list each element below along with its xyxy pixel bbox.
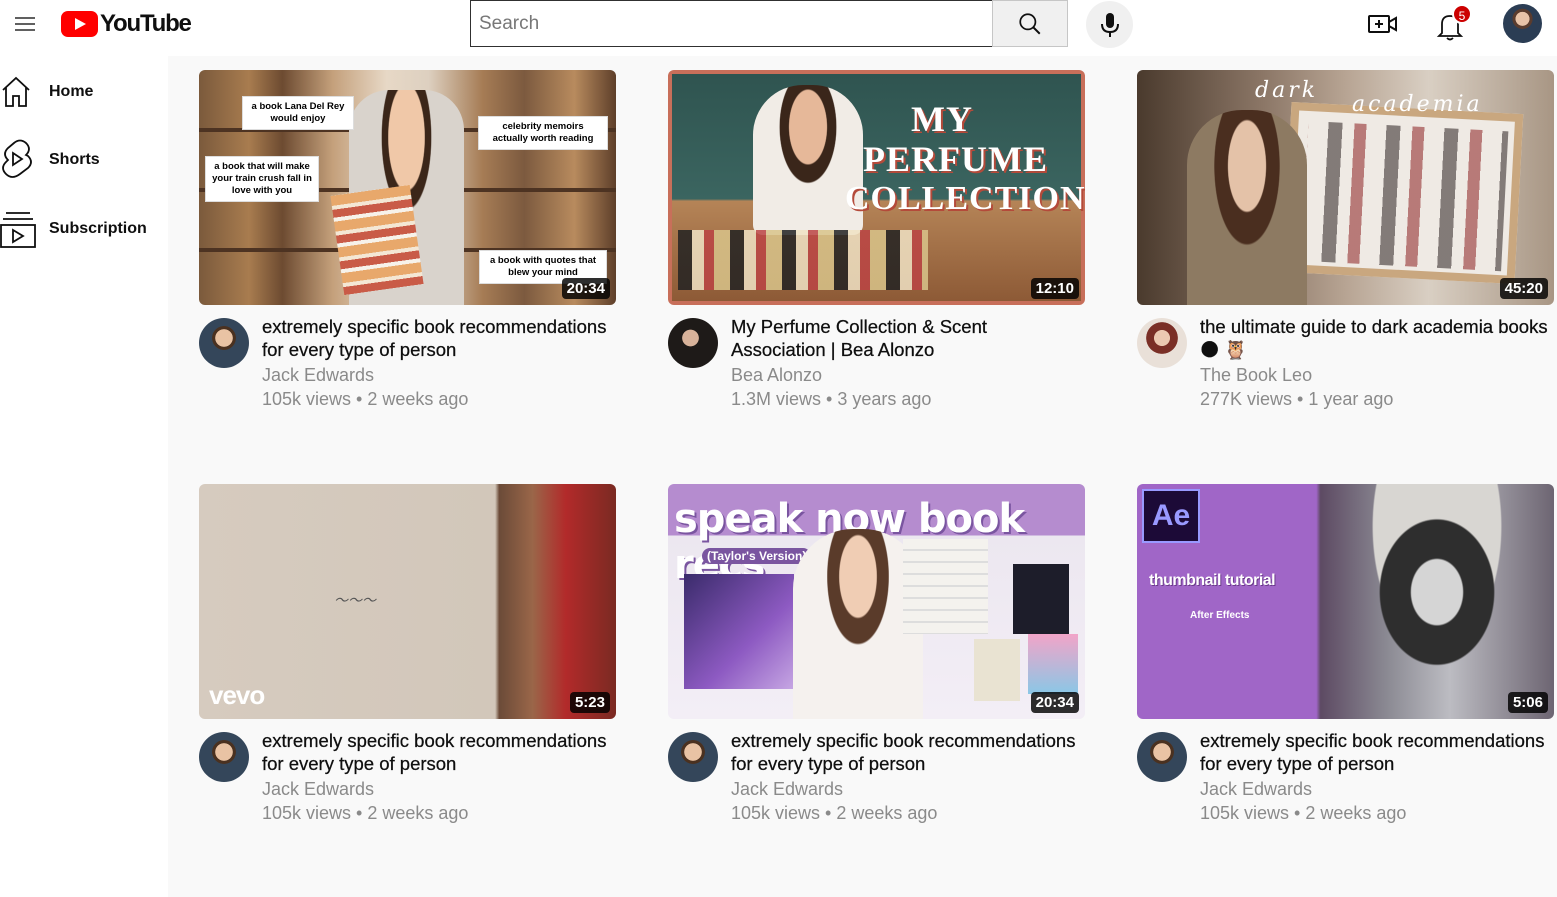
book-cover [974,639,1020,701]
sidebar-item-shorts[interactable]: Shorts [0,135,168,185]
search-input[interactable] [470,0,992,47]
video-duration: 12:10 [1030,278,1079,299]
video-title[interactable]: the ultimate guide to dark academia book… [1200,315,1554,361]
mood-board [1282,102,1524,284]
top-bar: YouTube 5 [0,0,1557,56]
channel-name[interactable]: Jack Edwards [731,778,1085,801]
thumbnail-note: celebrity memoirs actually worth reading [478,116,608,150]
thumbnail-text: academia [1352,92,1483,117]
video-title[interactable]: My Perfume Collection & Scent Associatio… [731,315,1085,361]
channel-avatar[interactable] [668,318,718,368]
channel-avatar[interactable] [668,732,718,782]
video-card: dark academia 45:20 the ultimate guide t… [1137,70,1554,450]
thumbnail-text: COLLECTION [845,180,1085,217]
book-stack [903,539,988,634]
search-button[interactable] [992,0,1068,47]
home-icon [0,70,44,114]
channel-name[interactable]: Bea Alonzo [731,364,1085,387]
song-title-scribble: 〜〜〜 [334,593,376,609]
notifications-button[interactable]: 5 [1432,4,1472,42]
video-stats: 105k views • 2 weeks ago [262,389,469,409]
video-thumbnail[interactable]: dark academia 45:20 [1137,70,1554,305]
book-stack [330,184,424,296]
thumbnail-note: a book Lana Del Rey would enjoy [242,96,354,130]
logo-text: YouTube [100,10,192,37]
book-cover [1013,564,1069,634]
account-avatar[interactable] [1503,4,1542,43]
thumbnail-text: After Effects [1190,610,1250,621]
thumbnail-note: a book that will make your train crush f… [205,156,319,202]
youtube-play-icon [61,11,98,37]
video-duration: 20:34 [561,278,610,299]
thumbnail-text: PERFUME [863,139,1048,179]
sidebar: Home Shorts Subscription [0,56,168,897]
video-duration: 5:23 [569,692,610,713]
video-grid: a book Lana Del Rey would enjoy celebrit… [168,56,1557,897]
voice-search-button[interactable] [1086,1,1133,48]
video-meta: the ultimate guide to dark academia book… [1200,315,1554,412]
video-meta: extremely specific book recommendations … [1200,729,1554,826]
video-duration: 45:20 [1499,278,1548,299]
video-meta: My Perfume Collection & Scent Associatio… [731,315,1085,412]
channel-name[interactable]: Jack Edwards [262,778,616,801]
channel-avatar[interactable] [199,318,249,368]
sidebar-item-label: Shorts [49,151,100,168]
sidebar-item-label: Subscription [49,220,147,237]
video-title[interactable]: extremely specific book recommendations … [1200,729,1554,775]
vevo-logo: vevo [209,680,265,710]
video-thumbnail[interactable]: a book Lana Del Rey would enjoy celebrit… [199,70,616,305]
video-camera-plus-icon [1368,15,1397,33]
video-card: MY PERFUME COLLECTION 12:10 My Perfume C… [668,70,1085,450]
channel-avatar[interactable] [1137,318,1187,368]
video-stats: 105k views • 2 weeks ago [262,803,469,823]
microphone-icon [1100,12,1119,37]
video-thumbnail[interactable]: MY PERFUME COLLECTION 12:10 [668,70,1085,305]
create-video-button[interactable] [1366,8,1400,40]
channel-name[interactable]: Jack Edwards [262,364,616,387]
subscriptions-icon [0,207,44,251]
channel-avatar[interactable] [1137,732,1187,782]
search-icon [1019,12,1041,34]
youtube-logo[interactable]: YouTube [61,10,192,38]
video-thumbnail[interactable]: speak now book recs (Taylor's Version) 2… [668,484,1085,719]
video-duration: 20:34 [1030,692,1079,713]
video-stats: 105k views • 2 weeks ago [1200,803,1407,823]
channel-avatar[interactable] [199,732,249,782]
person-figure [1187,110,1307,305]
video-stats: 105k views • 2 weeks ago [731,803,938,823]
sidebar-item-home[interactable]: Home [0,67,168,117]
notification-count-badge: 5 [1452,4,1472,24]
shorts-icon [0,138,44,182]
after-effects-logo: Ae [1142,489,1200,543]
video-duration: 5:06 [1507,692,1548,713]
video-card: Ae thumbnail tutorial After Effects 5:06… [1137,484,1554,864]
person-figure [1337,484,1537,719]
channel-name[interactable]: The Book Leo [1200,364,1554,387]
video-stats: 277K views • 1 year ago [1200,389,1394,409]
video-stats: 1.3M views • 3 years ago [731,389,932,409]
thumbnail-text: thumbnail tutorial [1149,572,1276,589]
sidebar-item-label: Home [49,83,94,100]
video-card: a book Lana Del Rey would enjoy celebrit… [199,70,616,450]
video-card: 〜〜〜 vevo 5:23 extremely specific book re… [199,484,616,864]
thumbnail-text: MY [911,99,973,139]
video-card: speak now book recs (Taylor's Version) 2… [668,484,1085,864]
menu-icon[interactable] [12,11,38,37]
video-meta: extremely specific book recommendations … [731,729,1085,826]
album-cover [684,574,794,689]
video-title[interactable]: extremely specific book recommendations … [731,729,1085,775]
thumbnail-text: dark [1255,78,1319,103]
video-meta: extremely specific book recommendations … [262,315,616,412]
book-cover [1028,634,1078,694]
thumbnail-text: (Taylor's Version) [702,548,812,564]
video-meta: extremely specific book recommendations … [262,729,616,826]
perfume-bottles [678,230,928,290]
video-thumbnail[interactable]: 〜〜〜 vevo 5:23 [199,484,616,719]
video-title[interactable]: extremely specific book recommendations … [262,315,616,361]
video-title[interactable]: extremely specific book recommendations … [262,729,616,775]
video-thumbnail[interactable]: Ae thumbnail tutorial After Effects 5:06 [1137,484,1554,719]
search-bar [470,0,1068,47]
channel-name[interactable]: Jack Edwards [1200,778,1554,801]
sidebar-item-subscriptions[interactable]: Subscription [0,204,168,254]
